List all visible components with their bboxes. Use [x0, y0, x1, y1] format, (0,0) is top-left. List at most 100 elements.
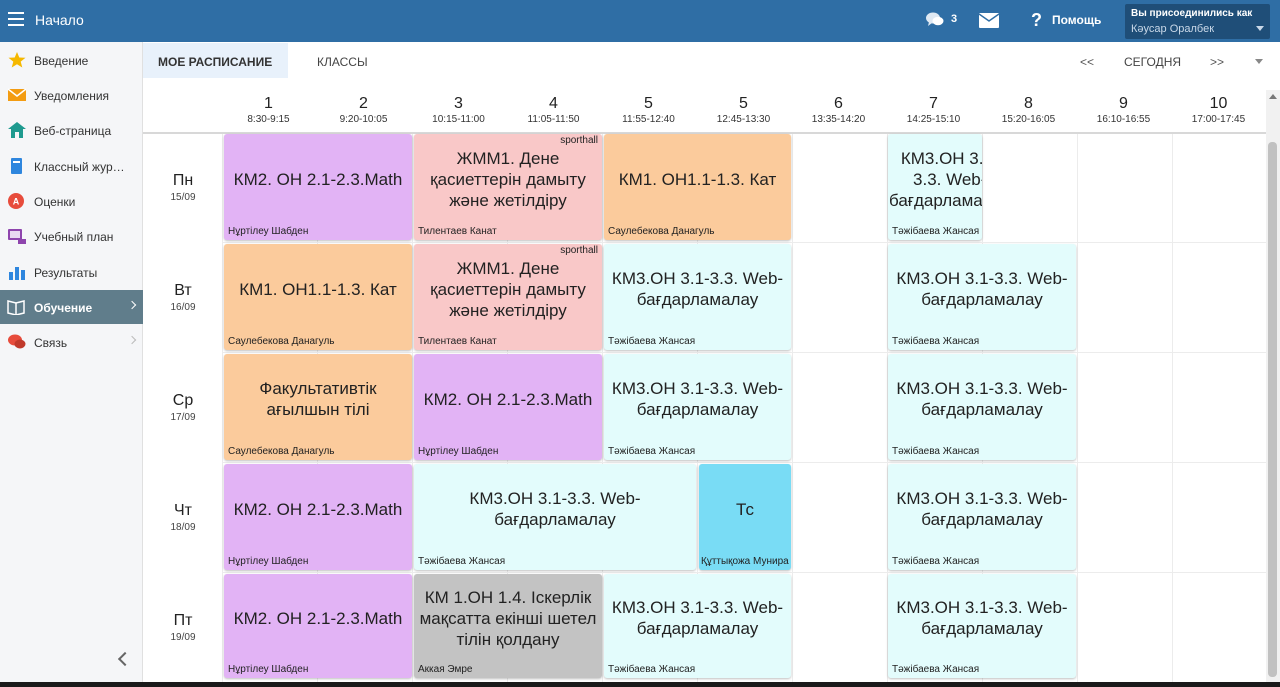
- plan-icon: [8, 229, 26, 244]
- grid-line: [222, 572, 1266, 573]
- vertical-scrollbar[interactable]: [1266, 90, 1280, 687]
- sidebar-item-intro[interactable]: Введение: [0, 43, 143, 77]
- sidebar-item-notifications[interactable]: Уведомления: [0, 78, 143, 112]
- help-icon[interactable]: ?: [1031, 10, 1042, 31]
- sidebar-item-learning[interactable]: Обучение: [0, 290, 143, 324]
- chevron-down-icon: [1256, 26, 1264, 31]
- period-time: 15:20-16:05: [1001, 114, 1056, 125]
- lesson-teacher: Аккая Эмре: [418, 664, 473, 675]
- grid-line: [222, 462, 1266, 463]
- today-button[interactable]: СЕГОДНЯ: [1124, 55, 1181, 69]
- day-name: Чт: [174, 502, 192, 519]
- lesson-card[interactable]: КМ3.ОН 3.1-3.3. Web-бағдарламалау Тәжіба…: [888, 574, 1076, 678]
- lesson-subject: КМ3.ОН 3.1-3.3. Web-бағдарламалау: [889, 148, 982, 210]
- sidebar-item-grades[interactable]: A Оценки: [0, 184, 143, 218]
- lesson-subject: КМ3.ОН 3.1-3.3. Web-бағдарламалау: [469, 489, 641, 529]
- lesson-teacher: Нұртілеу Шабден: [228, 556, 309, 567]
- previous-week-button[interactable]: <<: [1080, 55, 1094, 69]
- day-date: 18/09: [170, 522, 196, 533]
- bar-chart-icon: [9, 267, 25, 280]
- user-account-dropdown[interactable]: Вы присоединились как Кәусар Оралбек: [1125, 4, 1270, 39]
- sidebar-item-webpage[interactable]: Веб-страница: [0, 113, 143, 147]
- sidebar-item-label: Связь: [34, 336, 68, 350]
- lesson-subject: КМ3.ОН 3.1-3.3. Web-бағдарламалау: [896, 598, 1068, 638]
- messages-icon[interactable]: [926, 11, 944, 29]
- sidebar-item-label: Оценки: [34, 195, 76, 209]
- day-date: 15/09: [170, 192, 196, 203]
- chat-icon: [8, 334, 26, 349]
- tab-my-schedule[interactable]: МОЕ РАСПИСАНИЕ: [143, 43, 288, 78]
- help-link[interactable]: Помощь: [1052, 13, 1101, 27]
- lesson-card[interactable]: КМ2. ОН 2.1-2.3.Math Нұртілеу Шабден: [224, 574, 412, 678]
- hamburger-menu-icon[interactable]: [8, 12, 24, 26]
- grid-line: [222, 352, 1266, 353]
- lesson-card[interactable]: КМ2. ОН 2.1-2.3.Math Нұртілеу Шабден: [414, 354, 602, 460]
- period-time: 12:45-13:30: [716, 114, 771, 125]
- star-icon: [8, 52, 26, 68]
- period-header: 1 8:30-9:15: [221, 95, 316, 126]
- collapse-sidebar-icon[interactable]: [117, 651, 133, 667]
- lesson-teacher: Тилентаев Канат: [418, 226, 497, 237]
- sidebar-item-communication[interactable]: Связь: [0, 325, 143, 359]
- lesson-teacher: Тәжібаева Жансая: [892, 446, 980, 457]
- lesson-card[interactable]: КМ2. ОН 2.1-2.3.Math Нұртілеу Шабден: [224, 134, 412, 240]
- sidebar-item-label: Введение: [34, 54, 89, 68]
- lesson-subject: КМ3.ОН 3.1-3.3. Web-бағдарламалау: [611, 598, 784, 638]
- book-icon: [7, 300, 25, 315]
- lesson-card[interactable]: КМ3.ОН 3.1-3.3. Web-бағдарламалау Тәжіба…: [604, 574, 791, 678]
- period-header: 5 11:55-12:40: [601, 95, 696, 126]
- lesson-subject: ЖММ1. Дене қасиеттерін дамыту және жетіл…: [430, 148, 586, 210]
- lesson-subject: КМ3.ОН 3.1-3.3. Web-бағдарламалау: [896, 489, 1068, 529]
- tab-label: КЛАССЫ: [317, 55, 368, 69]
- scrollbar-thumb[interactable]: [1268, 142, 1277, 677]
- lesson-teacher: Тәжібаева Жансая: [892, 556, 980, 567]
- sidebar: Введение Уведомления Веб-страница Классн…: [0, 42, 143, 687]
- lesson-subject: КМ2. ОН 2.1-2.3.Math: [233, 499, 403, 519]
- grades-icon: A: [8, 193, 24, 209]
- period-time: 14:25-15:10: [906, 114, 961, 125]
- lesson-card[interactable]: Тс Құттықожа Мунира: [699, 464, 791, 570]
- day-date: 16/09: [170, 302, 196, 313]
- day-name: Вт: [174, 282, 192, 299]
- period-header: 7 14:25-15:10: [886, 95, 981, 126]
- lesson-card[interactable]: КМ2. ОН 2.1-2.3.Math Нұртілеу Шабден: [224, 464, 412, 570]
- user-name: Кәусар Оралбек: [1131, 23, 1215, 35]
- lesson-card[interactable]: Факультативтік ағылшын тілі Саулебекова …: [224, 354, 412, 460]
- lesson-card[interactable]: КМ1. ОН1.1-1.3. Кат Саулебекова Данагуль: [224, 244, 412, 350]
- next-week-button[interactable]: >>: [1210, 55, 1224, 69]
- lesson-teacher: Тәжібаева Жансая: [608, 336, 696, 347]
- sidebar-item-curriculum[interactable]: Учебный план: [0, 219, 143, 253]
- period-number: 6: [834, 95, 843, 112]
- lesson-card[interactable]: КМ3.ОН 3.1-3.3. Web-бағдарламалау Тәжіба…: [604, 354, 791, 460]
- lesson-subject: КМ1. ОН1.1-1.3. Кат: [239, 279, 397, 299]
- lesson-subject: КМ2. ОН 2.1-2.3.Math: [233, 608, 403, 628]
- home-icon: [8, 122, 26, 138]
- app-title[interactable]: Начало: [35, 12, 84, 28]
- lesson-card[interactable]: КМ3.ОН 3.1-3.3. Web-бағдарламалау Тәжіба…: [888, 134, 982, 240]
- sidebar-item-class-journal[interactable]: Классный жур…: [0, 149, 143, 183]
- lesson-card[interactable]: КМ 1.ОН 1.4. Іскерлік мақсатта екінші ше…: [414, 574, 602, 678]
- sidebar-item-results[interactable]: Результаты: [0, 255, 143, 289]
- tab-classes[interactable]: КЛАССЫ: [305, 43, 385, 78]
- lesson-card[interactable]: КМ3.ОН 3.1-3.3. Web-бағдарламалау Тәжіба…: [888, 464, 1076, 570]
- period-time: 8:30-9:15: [247, 114, 290, 125]
- lesson-subject: КМ2. ОН 2.1-2.3.Math: [423, 389, 593, 409]
- period-time: 9:20-10:05: [339, 114, 388, 125]
- lesson-card[interactable]: КМ3.ОН 3.1-3.3. Web-бағдарламалау Тәжіба…: [888, 354, 1076, 460]
- lesson-subject: КМ1. ОН1.1-1.3. Кат: [618, 169, 777, 189]
- lesson-teacher: Нұртілеу Шабден: [228, 226, 309, 237]
- lesson-card[interactable]: sporthall ЖММ1. Дене қасиеттерін дамыту …: [414, 244, 602, 350]
- scroll-up-icon[interactable]: [1269, 94, 1277, 99]
- lesson-subject: КМ2. ОН 2.1-2.3.Math: [233, 169, 403, 189]
- lesson-card[interactable]: КМ3.ОН 3.1-3.3. Web-бағдарламалау Тәжіба…: [888, 244, 1076, 350]
- options-dropdown-icon[interactable]: [1255, 59, 1263, 64]
- lesson-card[interactable]: КМ1. ОН1.1-1.3. Кат Саулебекова Данагуль: [604, 134, 791, 240]
- mail-icon[interactable]: [979, 13, 999, 28]
- lesson-card[interactable]: КМ3.ОН 3.1-3.3. Web-бағдарламалау Тәжіба…: [414, 464, 696, 570]
- lesson-teacher: Тәжібаева Жансая: [892, 664, 980, 675]
- period-header: 3 10:15-11:00: [411, 95, 506, 126]
- envelope-icon: [8, 88, 26, 101]
- lesson-card[interactable]: КМ3.ОН 3.1-3.3. Web-бағдарламалау Тәжіба…: [604, 244, 791, 350]
- lesson-card[interactable]: sporthall ЖММ1. Дене қасиеттерін дамыту …: [414, 134, 602, 240]
- period-header: 9 16:10-16:55: [1076, 95, 1171, 126]
